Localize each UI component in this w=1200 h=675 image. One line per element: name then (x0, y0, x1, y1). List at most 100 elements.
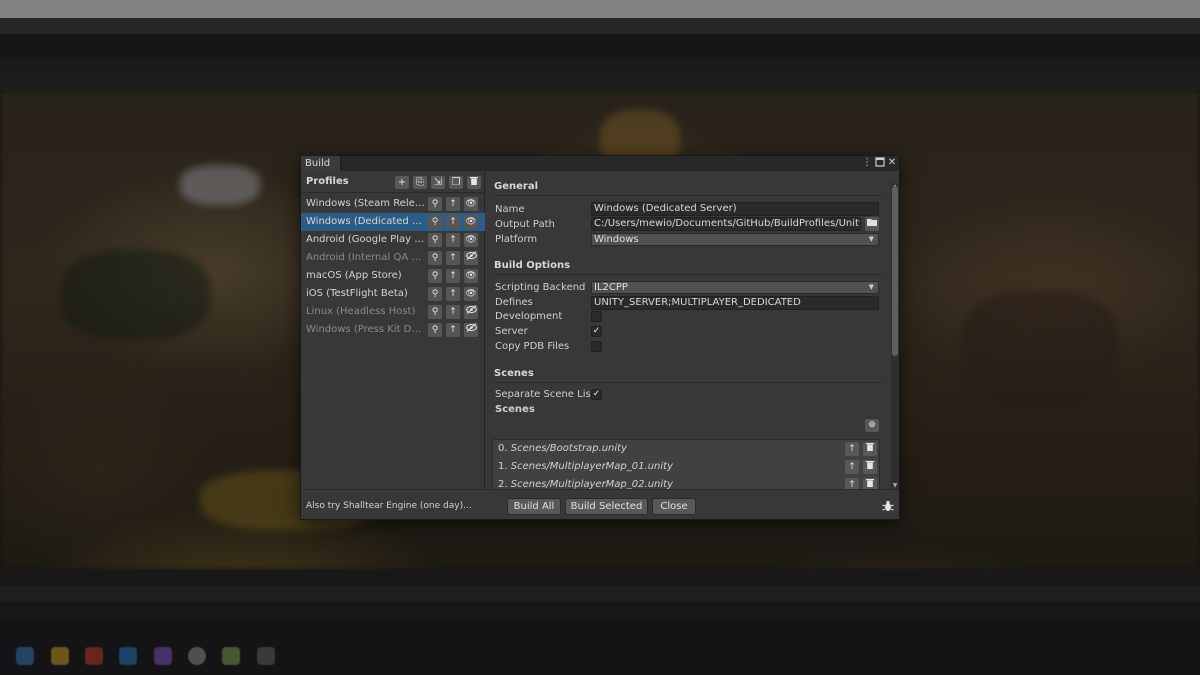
list-item[interactable]: 2. Scenes/MultiplayerMap_02.unity ↑ (493, 476, 879, 489)
copy-pdb-label: Copy PDB Files (495, 341, 570, 352)
eye-icon[interactable]: 👁 (464, 215, 478, 229)
add-profile-icon[interactable]: + (395, 176, 409, 189)
eye-off-icon[interactable] (464, 251, 478, 265)
folder-icon[interactable] (865, 217, 879, 231)
pin-icon[interactable]: ⚲ (428, 197, 442, 211)
eye-off-icon[interactable] (464, 305, 478, 319)
pin-icon[interactable]: ⚲ (428, 305, 442, 319)
profile-name: Windows (Dedicated Server) (306, 216, 426, 227)
trash-icon[interactable] (863, 460, 877, 474)
platform-dropdown[interactable]: Windows ▼ (591, 233, 879, 246)
arrow-up-icon[interactable]: ↑ (446, 305, 460, 319)
profile-name: macOS (App Store) (306, 270, 402, 281)
export-profile-icon[interactable]: ⇲ (431, 176, 445, 189)
delete-profile-icon[interactable] (467, 176, 481, 189)
defines-label: Defines (495, 297, 533, 308)
platform-label: Platform (495, 234, 538, 245)
import-profile-icon[interactable]: ⎘ (413, 176, 427, 189)
footer-note: Also try Shalltear Engine (one day)... (306, 501, 472, 511)
profiles-title: Profiles (306, 176, 349, 187)
copy-pdb-checkbox[interactable] (591, 341, 602, 352)
profile-settings-panel: General Name Windows (Dedicated Server) … (486, 171, 891, 489)
output-path-label: Output Path (495, 219, 555, 230)
duplicate-profile-icon[interactable]: ❐ (449, 176, 463, 189)
arrow-up-icon[interactable]: ↑ (446, 233, 460, 247)
eye-icon[interactable]: 👁 (464, 233, 478, 247)
close-button[interactable]: Close (652, 498, 696, 515)
separate-scene-list-checkbox[interactable]: ✓ (591, 389, 602, 400)
scenes-list: 0. Scenes/Bootstrap.unity ↑ 1. Scenes/Mu… (492, 439, 880, 489)
eye-icon[interactable]: 👁 (464, 287, 478, 301)
scene-name: 0. Scenes/Bootstrap.unity (498, 443, 628, 454)
maximize-icon[interactable] (874, 157, 886, 169)
kebab-menu-icon[interactable]: ⋮ (861, 157, 873, 169)
development-checkbox[interactable] (591, 311, 602, 322)
scripting-backend-dropdown[interactable]: IL2CPP ▼ (591, 281, 879, 294)
profile-name: Windows (Steam Release) (306, 198, 426, 209)
eye-icon[interactable]: 👁 (464, 197, 478, 211)
arrow-up-icon[interactable]: ↑ (446, 323, 460, 337)
trash-icon[interactable] (863, 478, 877, 489)
scripting-backend-value: IL2CPP (594, 282, 628, 293)
separate-scene-list-label: Separate Scene List (495, 389, 595, 400)
build-profiles-window: Build ⋮ ✕ Profiles + ⎘ ⇲ ❐ Windows (Stea… (300, 155, 900, 520)
list-item[interactable]: 1. Scenes/MultiplayerMap_01.unity ↑ (493, 458, 879, 476)
pin-icon[interactable]: ⚲ (428, 251, 442, 265)
list-item[interactable]: 0. Scenes/Bootstrap.unity ↑ (493, 440, 879, 458)
output-path-field[interactable]: C:/Users/mewio/Documents/GitHub/BuildPro… (591, 217, 861, 231)
profile-row-ios-testflight[interactable]: iOS (TestFlight Beta) ⚲ ↑ 👁 (301, 285, 485, 303)
profile-row-windows-dedicated-server[interactable]: Windows (Dedicated Server) ⚲ ↑ 👁 (301, 213, 485, 231)
pin-icon[interactable]: ⚲ (428, 233, 442, 247)
arrow-up-icon[interactable]: ↑ (446, 269, 460, 283)
defines-field[interactable]: UNITY_SERVER;MULTIPLAYER_DEDICATED (591, 296, 879, 310)
section-divider (494, 195, 882, 196)
build-selected-button[interactable]: Build Selected (565, 498, 648, 515)
close-icon[interactable]: ✕ (886, 157, 898, 169)
trash-icon[interactable] (863, 442, 877, 456)
eye-off-icon[interactable] (464, 323, 478, 337)
window-titlebar[interactable]: Build ⋮ ✕ (301, 156, 899, 171)
window-tab-build[interactable]: Build (301, 156, 341, 171)
pin-icon[interactable]: ⚲ (428, 215, 442, 229)
chevron-down-icon: ▼ (868, 235, 874, 243)
scenes-list-label: Scenes (495, 404, 535, 415)
section-divider (494, 382, 882, 383)
add-open-scenes-icon[interactable]: ⊕ (865, 419, 879, 432)
arrow-up-icon[interactable]: ↑ (446, 251, 460, 265)
profile-name: Windows (Press Kit Demo) (306, 324, 426, 335)
profile-row-windows-press-kit[interactable]: Windows (Press Kit Demo) ⚲ ↑ (301, 321, 485, 339)
name-label: Name (495, 204, 525, 215)
section-divider (494, 274, 882, 275)
profile-name: Linux (Headless Host) (306, 306, 416, 317)
eye-icon[interactable]: 👁 (464, 269, 478, 283)
bug-icon[interactable] (881, 500, 895, 514)
name-field[interactable]: Windows (Dedicated Server) (591, 202, 879, 216)
scripting-backend-label: Scripting Backend (495, 282, 586, 293)
arrow-up-icon[interactable]: ↑ (845, 478, 859, 489)
arrow-up-icon[interactable]: ↑ (446, 287, 460, 301)
pin-icon[interactable]: ⚲ (428, 269, 442, 283)
pin-icon[interactable]: ⚲ (428, 287, 442, 301)
scrollbar-thumb[interactable] (892, 186, 898, 356)
profiles-header: Profiles + ⎘ ⇲ ❐ (301, 171, 485, 193)
profile-row-macos-app-store[interactable]: macOS (App Store) ⚲ ↑ 👁 (301, 267, 485, 285)
arrow-up-icon[interactable]: ↑ (845, 442, 859, 456)
profile-row-android-google-play[interactable]: Android (Google Play Production) ⚲ ↑ 👁 (301, 231, 485, 249)
profile-list: Windows (Steam Release) ⚲ ↑ 👁 Windows (D… (301, 195, 485, 339)
pin-icon[interactable]: ⚲ (428, 323, 442, 337)
arrow-up-icon[interactable]: ↑ (446, 197, 460, 211)
section-title-general: General (494, 181, 538, 192)
profile-name: Android (Internal QA APK) (306, 252, 426, 263)
section-title-build-options: Build Options (494, 260, 571, 271)
server-checkbox[interactable]: ✓ (591, 326, 602, 337)
arrow-up-icon[interactable]: ↑ (446, 215, 460, 229)
vertical-scrollbar[interactable]: ▲ ▼ (891, 183, 899, 489)
arrow-up-icon[interactable]: ↑ (845, 460, 859, 474)
build-all-button[interactable]: Build All (507, 498, 561, 515)
profile-row-linux-headless[interactable]: Linux (Headless Host) ⚲ ↑ (301, 303, 485, 321)
scroll-down-icon[interactable]: ▼ (891, 482, 899, 489)
development-label: Development (495, 311, 563, 322)
profile-name: iOS (TestFlight Beta) (306, 288, 408, 299)
profile-row-android-internal-qa[interactable]: Android (Internal QA APK) ⚲ ↑ (301, 249, 485, 267)
profile-row-windows-steam[interactable]: Windows (Steam Release) ⚲ ↑ 👁 (301, 195, 485, 213)
